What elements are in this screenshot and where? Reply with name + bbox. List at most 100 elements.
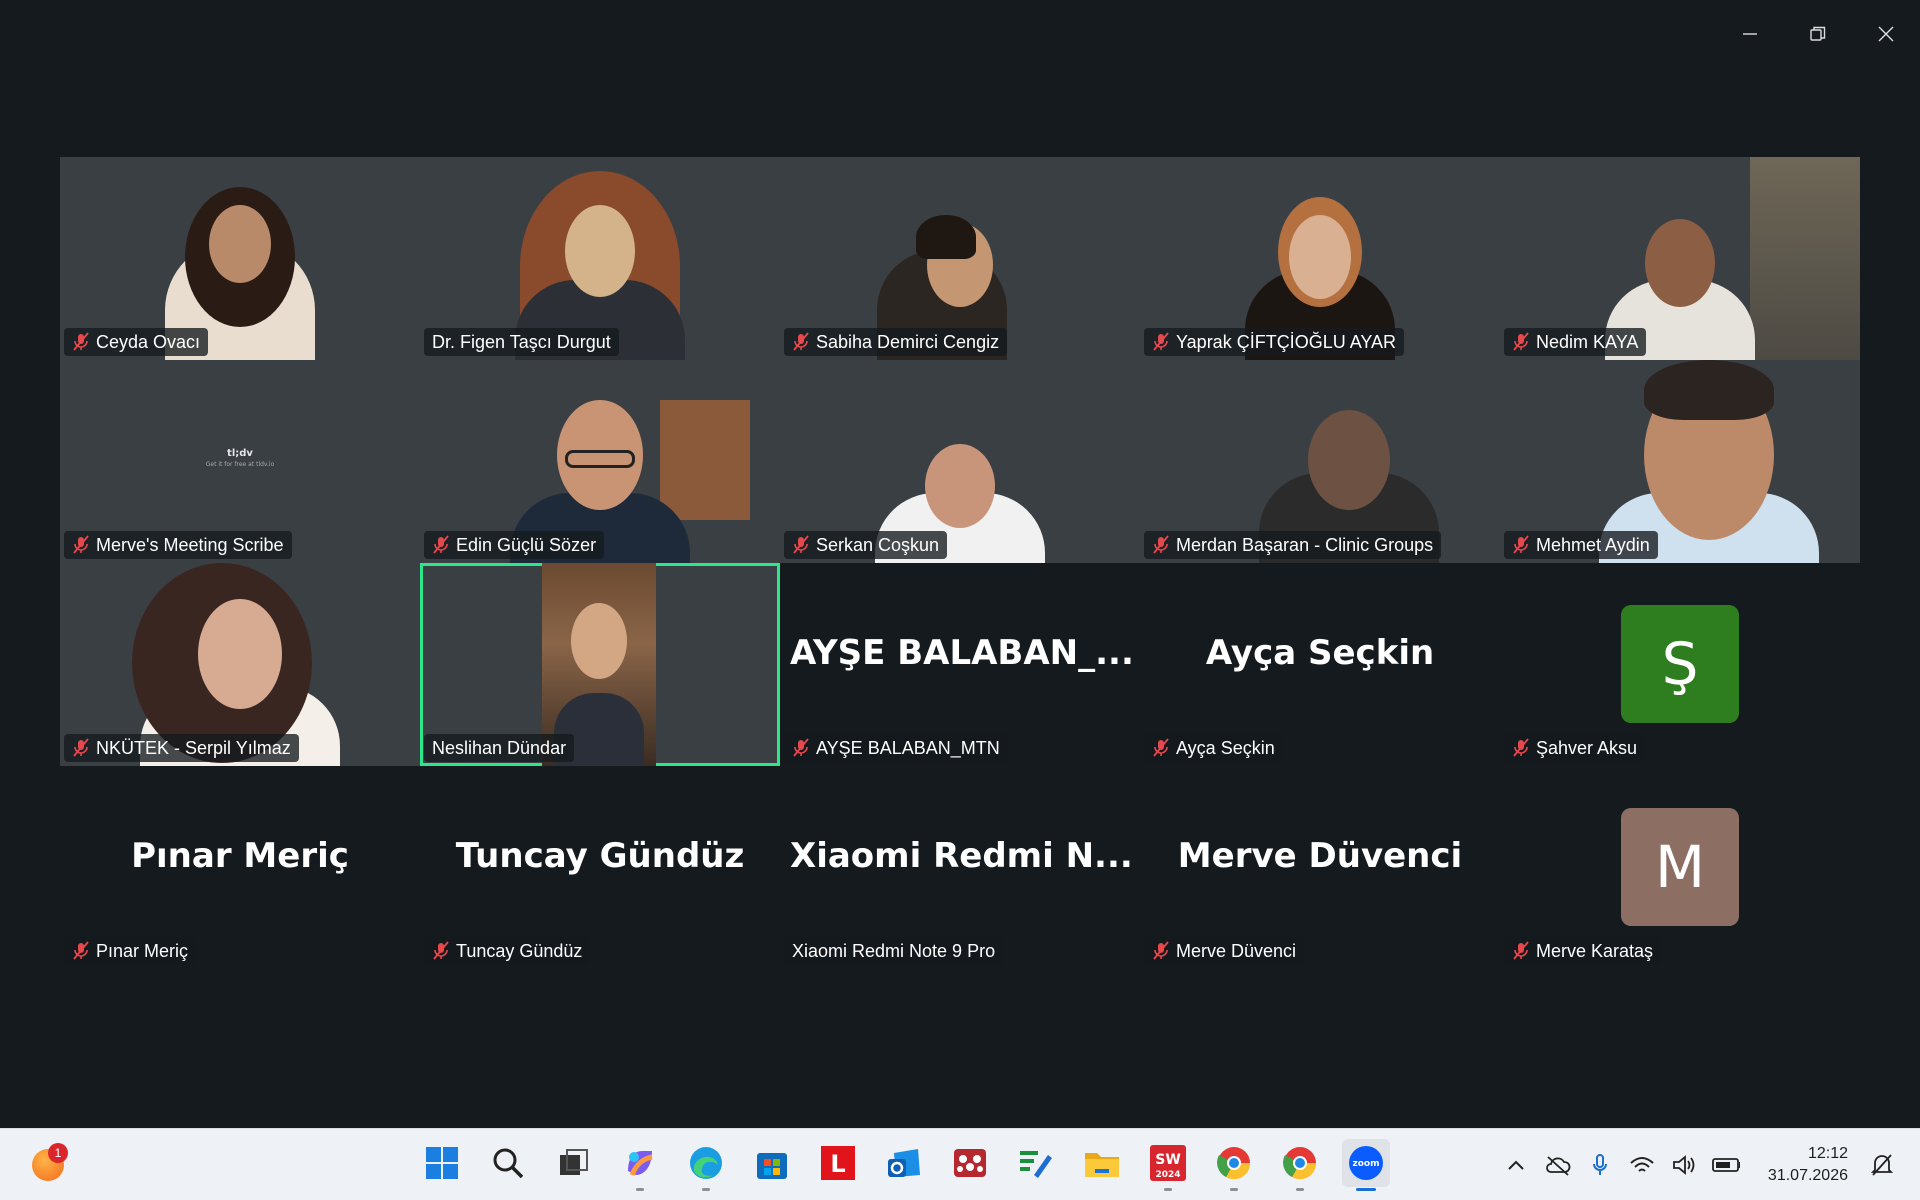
participant-video-face: [1645, 219, 1715, 307]
participant-tile-active-speaker[interactable]: Neslihan Dündar: [420, 563, 780, 766]
participant-tile[interactable]: Sabiha Demirci Cengiz: [780, 157, 1140, 360]
participant-name-tag: Ceyda Ovacı: [64, 328, 209, 356]
participant-tile[interactable]: Merve Düvenci Merve Düvenci: [1140, 766, 1500, 969]
mendeley-icon: [954, 1149, 986, 1177]
participant-gallery: Ceyda Ovacı Dr. Figen Taşcı Durgut Sabih…: [60, 157, 1860, 969]
participant-name-tag: Pınar Meriç: [64, 937, 197, 965]
minimize-button[interactable]: [1716, 14, 1784, 54]
mendeley-app[interactable]: [946, 1139, 994, 1187]
chrome-profile-app[interactable]: [1276, 1139, 1324, 1191]
notifications-button[interactable]: [1868, 1151, 1896, 1179]
restore-button[interactable]: [1784, 14, 1852, 54]
chrome-app[interactable]: [1210, 1139, 1258, 1191]
participant-tile[interactable]: Yaprak ÇİFTÇİOĞLU AYAR: [1140, 157, 1500, 360]
show-hidden-icons-button[interactable]: [1502, 1151, 1530, 1179]
participant-video-face: [1307, 410, 1390, 510]
participant-tile[interactable]: Ş Şahver Aksu: [1500, 563, 1860, 766]
mic-muted-icon: [73, 738, 89, 757]
store-app[interactable]: [748, 1139, 796, 1187]
outlook-app[interactable]: [880, 1139, 928, 1187]
participant-name: Neslihan Dündar: [432, 737, 567, 758]
participant-tile[interactable]: Tuncay Gündüz Tuncay Gündüz: [420, 766, 780, 969]
participant-name: NKÜTEK - Serpil Yılmaz: [96, 737, 291, 758]
participant-display-name: Xiaomi Redmi N...: [790, 836, 1133, 876]
solidworks-app[interactable]: SW 2024: [1144, 1139, 1192, 1191]
participant-tile[interactable]: Ceyda Ovacı: [60, 157, 420, 360]
participant-tile[interactable]: Ayça Seçkin Ayça Seçkin: [1140, 563, 1500, 766]
editor-app[interactable]: [1012, 1139, 1060, 1187]
onedrive-status[interactable]: [1544, 1151, 1572, 1179]
volume-button[interactable]: [1670, 1151, 1698, 1179]
participant-tile[interactable]: Serkan Coşkun: [780, 360, 1140, 563]
microphone-status[interactable]: [1586, 1151, 1614, 1179]
participant-name-tag: Dr. Figen Taşcı Durgut: [424, 328, 619, 356]
participant-display-name: Ayça Seçkin: [1205, 633, 1435, 673]
search-icon: [493, 1148, 524, 1179]
participant-name: Yaprak ÇİFTÇİOĞLU AYAR: [1176, 331, 1397, 352]
participant-name-tag: Edin Güçlü Sözer: [424, 531, 605, 559]
participant-tile[interactable]: Dr. Figen Taşcı Durgut: [420, 157, 780, 360]
participant-name-tag: Merve Karataş: [1504, 937, 1662, 965]
participant-tile[interactable]: Pınar Meriç Pınar Meriç: [60, 766, 420, 969]
widgets-button[interactable]: 1: [30, 1143, 68, 1181]
participant-tile[interactable]: M Merve Karataş: [1500, 766, 1860, 969]
task-view-button[interactable]: [550, 1139, 598, 1187]
window-controls: [1716, 14, 1920, 54]
participant-name: Merve Düvenci: [1176, 940, 1297, 961]
mic-muted-icon: [793, 535, 809, 554]
participant-name-tag: Xiaomi Redmi Note 9 Pro: [784, 937, 1004, 965]
participant-display-name: AYŞE BALABAN_...: [790, 633, 1134, 673]
battery-button[interactable]: [1712, 1151, 1740, 1179]
mic-muted-icon: [433, 535, 449, 554]
participant-tile[interactable]: tl;dv Get it for free at tldv.io Merve's…: [60, 360, 420, 563]
windows-start-icon: [426, 1147, 458, 1179]
participant-tile[interactable]: Mehmet Aydin: [1500, 360, 1860, 563]
participant-tile[interactable]: Merdan Başaran - Clinic Groups: [1140, 360, 1500, 563]
participant-name: Merve's Meeting Scribe: [96, 534, 284, 555]
participant-name-tag: Nedim KAYA: [1504, 328, 1647, 356]
copilot-app[interactable]: [616, 1139, 664, 1191]
system-tray: 12:12 31.07.2026: [1502, 1129, 1896, 1200]
speaker-icon: [1673, 1155, 1695, 1175]
chevron-up-icon: [1508, 1160, 1524, 1170]
participant-name-tag: Merdan Başaran - Clinic Groups: [1144, 531, 1442, 559]
edge-app[interactable]: [682, 1139, 730, 1191]
wifi-icon: [1630, 1157, 1654, 1172]
participant-video-face: [209, 205, 271, 283]
task-view-icon: [560, 1149, 588, 1175]
notification-badge: 1: [48, 1143, 68, 1163]
mic-muted-icon: [1513, 941, 1529, 960]
taskbar-apps: L SW 2024 zoom: [418, 1139, 1390, 1191]
participant-name-tag: Sabiha Demirci Cengiz: [784, 328, 1008, 356]
participant-video-face: [925, 444, 995, 528]
solidworks-icon: SW 2024: [1150, 1145, 1186, 1181]
chrome-icon: [1217, 1147, 1251, 1180]
folder-icon: [1085, 1153, 1119, 1177]
participant-video-face: [198, 599, 282, 709]
participant-name: Dr. Figen Taşcı Durgut: [432, 331, 611, 352]
svg-text:L: L: [830, 1150, 845, 1178]
participant-display-name: Tuncay Gündüz: [455, 836, 745, 876]
lexpera-app[interactable]: L: [814, 1139, 862, 1187]
mic-muted-icon: [433, 941, 449, 960]
participant-tile[interactable]: Xiaomi Redmi N... Xiaomi Redmi Note 9 Pr…: [780, 766, 1140, 969]
participant-tile[interactable]: NKÜTEK - Serpil Yılmaz: [60, 563, 420, 766]
system-clock[interactable]: 12:12 31.07.2026: [1768, 1143, 1848, 1187]
participant-tile[interactable]: Nedim KAYA: [1500, 157, 1860, 360]
mic-muted-icon: [73, 332, 89, 351]
participant-video-hair: [1643, 360, 1774, 420]
file-explorer-app[interactable]: [1078, 1139, 1126, 1187]
taskbar: 1 L SW 2024 zoom 12:12 31.07.2026: [0, 1128, 1920, 1200]
participant-tile[interactable]: AYŞE BALABAN_... AYŞE BALABAN_MTN: [780, 563, 1140, 766]
network-button[interactable]: [1628, 1151, 1656, 1179]
close-button[interactable]: [1852, 14, 1920, 54]
participant-video-glasses: [565, 450, 635, 468]
search-button[interactable]: [484, 1139, 532, 1187]
participant-video-backdrop: [1750, 157, 1860, 360]
mic-muted-icon: [1153, 941, 1169, 960]
zoom-app[interactable]: zoom: [1342, 1139, 1390, 1191]
cloud-off-icon: [1546, 1156, 1571, 1176]
participant-tile[interactable]: Edin Güçlü Sözer: [420, 360, 780, 563]
scribe-tagline: Get it for free at tldv.io: [205, 461, 275, 468]
start-button[interactable]: [418, 1139, 466, 1187]
